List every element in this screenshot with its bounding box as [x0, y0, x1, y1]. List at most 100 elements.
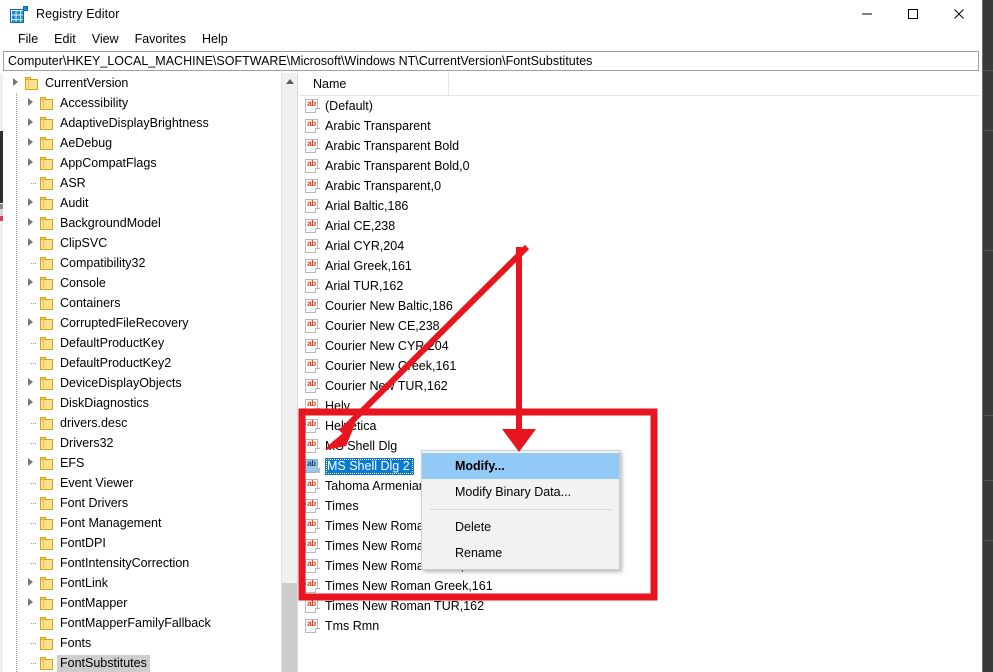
string-value-icon: ab [305, 399, 320, 413]
tree-item-aedebug[interactable]: AeDebug [3, 133, 282, 153]
menu-item-favorites[interactable]: Favorites [127, 30, 194, 48]
tree-item-audit[interactable]: Audit [3, 193, 282, 213]
registry-editor-window: Registry Editor File Edit View Favorites Hel… [0, 0, 982, 672]
tree-expander-chevron-icon[interactable] [24, 373, 39, 393]
tree-item-fontsubstitutes[interactable]: FontSubstitutes [3, 653, 282, 672]
column-header-name[interactable]: Name [299, 73, 449, 96]
tree-item-font-drivers[interactable]: Font Drivers [3, 493, 282, 513]
value-name: MS Shell Dlg 2 [325, 457, 414, 475]
tree-expander-chevron-icon[interactable] [24, 93, 39, 113]
tree-item-asr[interactable]: ASR [3, 173, 282, 193]
tree-item-fonts[interactable]: Fonts [3, 633, 282, 653]
value-row[interactable]: ab Times New Roman Greek,161 [299, 576, 979, 596]
value-row[interactable]: ab Arabic Transparent,0 [299, 176, 979, 196]
tree-expander-chevron-icon[interactable] [24, 153, 39, 173]
tree-item-devicedisplayobjects[interactable]: DeviceDisplayObjects [3, 373, 282, 393]
value-row[interactable]: ab Courier New Baltic,186 [299, 296, 979, 316]
tree-expander-chevron-icon[interactable] [24, 393, 39, 413]
tree-expander-chevron-icon[interactable] [24, 593, 39, 613]
value-row[interactable]: ab Times [299, 496, 979, 516]
tree-item-defaultproductkey[interactable]: DefaultProductKey [3, 333, 282, 353]
context-menu-item-modify[interactable]: Modify... [422, 453, 619, 479]
value-row[interactable]: ab Arabic Transparent Bold [299, 136, 979, 156]
tree-item-fontmapperfamilyfallback[interactable]: FontMapperFamilyFallback [3, 613, 282, 633]
value-row[interactable]: ab Arial TUR,162 [299, 276, 979, 296]
tree-item-backgroundmodel[interactable]: BackgroundModel [3, 213, 282, 233]
tree-expander-chevron-icon[interactable] [24, 213, 39, 233]
tree-item-currentversion[interactable]: CurrentVersion [3, 73, 282, 93]
tree-item-console[interactable]: Console [3, 273, 282, 293]
tree-expander-chevron-icon[interactable] [24, 113, 39, 133]
value-row[interactable]: ab Courier New CYR,204 [299, 336, 979, 356]
menu-item-file[interactable]: File [10, 30, 46, 48]
tree-item-adaptivedisplaybrightness[interactable]: AdaptiveDisplayBrightness [3, 113, 282, 133]
value-row[interactable]: ab Helvetica [299, 416, 979, 436]
tree-indent-guide [9, 653, 24, 672]
value-row[interactable]: ab Helv [299, 396, 979, 416]
value-row[interactable]: ab Times New Roman TUR,162 [299, 596, 979, 616]
tree-expander-chevron-icon[interactable] [9, 73, 24, 93]
address-bar[interactable]: Computer\HKEY_LOCAL_MACHINE\SOFTWARE\Mic… [3, 51, 979, 71]
value-row[interactable]: ab Times New Roman Baltic,186 [299, 516, 979, 536]
tree-item-event-viewer[interactable]: Event Viewer [3, 473, 282, 493]
value-name: Arabic Transparent,0 [325, 179, 442, 193]
menu-item-view[interactable]: View [84, 30, 127, 48]
tree-scrollbar-thumb[interactable] [282, 583, 297, 672]
tree-item-compatibility32[interactable]: Compatibility32 [3, 253, 282, 273]
value-row[interactable]: ab Arabic Transparent Bold,0 [299, 156, 979, 176]
tree-item-fontmapper[interactable]: FontMapper [3, 593, 282, 613]
tree-item-fontintensitycorrection[interactable]: FontIntensityCorrection [3, 553, 282, 573]
value-row[interactable]: ab MS Shell Dlg [299, 436, 979, 456]
tree-item-label: Fonts [60, 636, 92, 650]
value-row[interactable]: ab Times New Roman CYR,204 [299, 556, 979, 576]
value-row[interactable]: ab Courier New CE,238 [299, 316, 979, 336]
tree-item-corruptedfilerecovery[interactable]: CorruptedFileRecovery [3, 313, 282, 333]
tree-item-diskdiagnostics[interactable]: DiskDiagnostics [3, 393, 282, 413]
tree-expander-chevron-icon[interactable] [24, 233, 39, 253]
tree-expander-chevron-icon[interactable] [24, 453, 39, 473]
menu-item-edit[interactable]: Edit [46, 30, 84, 48]
tree-item-appcompatflags[interactable]: AppCompatFlags [3, 153, 282, 173]
context-menu-item-rename[interactable]: Rename [422, 540, 619, 566]
tree-expander-chevron-icon[interactable] [24, 193, 39, 213]
tree-expander-chevron-icon[interactable] [24, 313, 39, 333]
tree-expander-chevron-icon[interactable] [24, 573, 39, 593]
tree-item-fontlink[interactable]: FontLink [3, 573, 282, 593]
folder-icon [39, 216, 55, 230]
value-row[interactable]: ab (Default) [299, 96, 979, 116]
maximize-button[interactable] [890, 0, 936, 28]
value-row[interactable]: ab Arabic Transparent [299, 116, 979, 136]
tree-expander-chevron-icon[interactable] [24, 273, 39, 293]
tree-item-defaultproductkey2[interactable]: DefaultProductKey2 [3, 353, 282, 373]
tree-item-drivers-desc[interactable]: drivers.desc [3, 413, 282, 433]
menu-item-help[interactable]: Help [194, 30, 236, 48]
context-menu-item-modify-binary-data[interactable]: Modify Binary Data... [422, 479, 619, 505]
tree-item-efs[interactable]: EFS [3, 453, 282, 473]
context-menu-item-delete[interactable]: Delete [422, 514, 619, 540]
tree-item-fontdpi[interactable]: FontDPI [3, 533, 282, 553]
minimize-button[interactable] [844, 0, 890, 28]
string-value-icon: ab [305, 519, 320, 533]
value-row[interactable]: ab Arial CYR,204 [299, 236, 979, 256]
value-row[interactable]: ab Arial Baltic,186 [299, 196, 979, 216]
value-row[interactable]: ab Courier New Greek,161 [299, 356, 979, 376]
tree-item-drivers32[interactable]: Drivers32 [3, 433, 282, 453]
tree-item-containers[interactable]: Containers [3, 293, 282, 313]
scroll-up-arrow-icon[interactable] [282, 73, 297, 90]
value-row[interactable]: ab Tms Rmn [299, 616, 979, 636]
value-row[interactable]: ab MS Shell Dlg 2 [299, 456, 979, 476]
value-row[interactable]: ab Courier New TUR,162 [299, 376, 979, 396]
tree-expander-chevron-icon[interactable] [24, 133, 39, 153]
close-button[interactable] [936, 0, 982, 28]
value-row[interactable]: ab Arial CE,238 [299, 216, 979, 236]
tree-item-accessibility[interactable]: Accessibility [3, 93, 282, 113]
tree-item-clipsvc[interactable]: ClipSVC [3, 233, 282, 253]
value-row[interactable]: ab Arial Greek,161 [299, 256, 979, 276]
tree-vertical-scrollbar[interactable] [281, 73, 297, 672]
tree-item-font-management[interactable]: Font Management [3, 513, 282, 533]
value-row[interactable]: ab Times New Roman CE,238 [299, 536, 979, 556]
tree-item-label: Event Viewer [60, 476, 134, 490]
folder-icon [39, 416, 55, 430]
value-row[interactable]: ab Tahoma Armenian [299, 476, 979, 496]
tree-leaf-guide [24, 633, 39, 653]
